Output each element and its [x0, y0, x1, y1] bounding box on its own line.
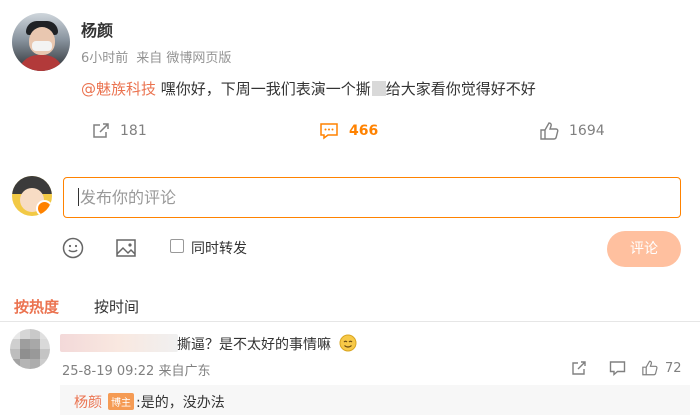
- post-text-before: 嘿你好，下周一我们表演一个撕: [156, 80, 371, 98]
- emoji-button[interactable]: [62, 237, 84, 263]
- mention-link[interactable]: @魅族科技: [81, 80, 156, 98]
- censored-char: [371, 81, 386, 96]
- repost-button[interactable]: 181: [92, 122, 147, 140]
- reply-text: :是的，没办法: [136, 395, 225, 411]
- submit-comment-button[interactable]: 评论: [607, 231, 681, 267]
- post-meta: 6小时前 来自 微博网页版: [81, 47, 239, 66]
- repost-icon: [93, 123, 109, 138]
- image-icon: [116, 239, 136, 257]
- image-button[interactable]: [115, 237, 137, 263]
- reply-icon: [609, 361, 626, 377]
- post-author-avatar[interactable]: [12, 13, 70, 71]
- like-count: 1694: [569, 123, 605, 139]
- comment-input[interactable]: 发布你的评论: [63, 177, 681, 218]
- reply-author[interactable]: 杨颜: [74, 392, 102, 412]
- current-user-avatar[interactable]: [12, 176, 52, 216]
- comment-text: 撕逼？是不太好的事情嘛: [177, 334, 357, 354]
- comment-reply-button[interactable]: [609, 360, 626, 380]
- post-source: 来自 微博网页版: [136, 51, 232, 66]
- text-caret: [78, 188, 79, 206]
- repost-checkbox[interactable]: [170, 239, 184, 253]
- comment-like-button[interactable]: 72: [642, 360, 682, 376]
- commenter-avatar[interactable]: [10, 329, 50, 369]
- comment-placeholder: 发布你的评论: [80, 188, 177, 207]
- share-icon: [572, 361, 586, 375]
- repost-checkbox-label[interactable]: 同时转发: [191, 238, 247, 258]
- post-text-after: 给大家看你觉得好不好: [385, 80, 536, 98]
- commenter-name-redacted: [60, 334, 178, 352]
- post-text: @魅族科技 嘿你好，下周一我们表演一个撕 给大家看你觉得好不好: [81, 78, 536, 99]
- comment-share-button[interactable]: [571, 360, 587, 380]
- emoji-icon: [62, 237, 84, 259]
- comment-button[interactable]: 466: [319, 122, 378, 140]
- comment-date: 25-8-19 09:22 来自广东: [62, 364, 211, 379]
- thumbs-up-icon: [642, 360, 658, 376]
- sort-by-hot-tab[interactable]: 按热度: [14, 296, 59, 317]
- author-badge: 博主: [108, 393, 134, 410]
- repost-count: 181: [120, 123, 147, 139]
- thumbs-up-icon: [540, 122, 559, 140]
- like-button[interactable]: 1694: [540, 122, 605, 140]
- post-author-name[interactable]: 杨颜: [81, 17, 113, 41]
- comment-icon: [320, 123, 338, 140]
- divider: [0, 321, 700, 322]
- comment-body: 撕逼？是不太好的事情嘛: [177, 337, 331, 353]
- comment-like-count: 72: [665, 360, 682, 376]
- comment-count: 466: [349, 123, 379, 139]
- post-time: 6小时前: [81, 51, 129, 66]
- emoji-hehe-icon: [339, 334, 357, 352]
- sort-by-time-tab[interactable]: 按时间: [94, 296, 139, 317]
